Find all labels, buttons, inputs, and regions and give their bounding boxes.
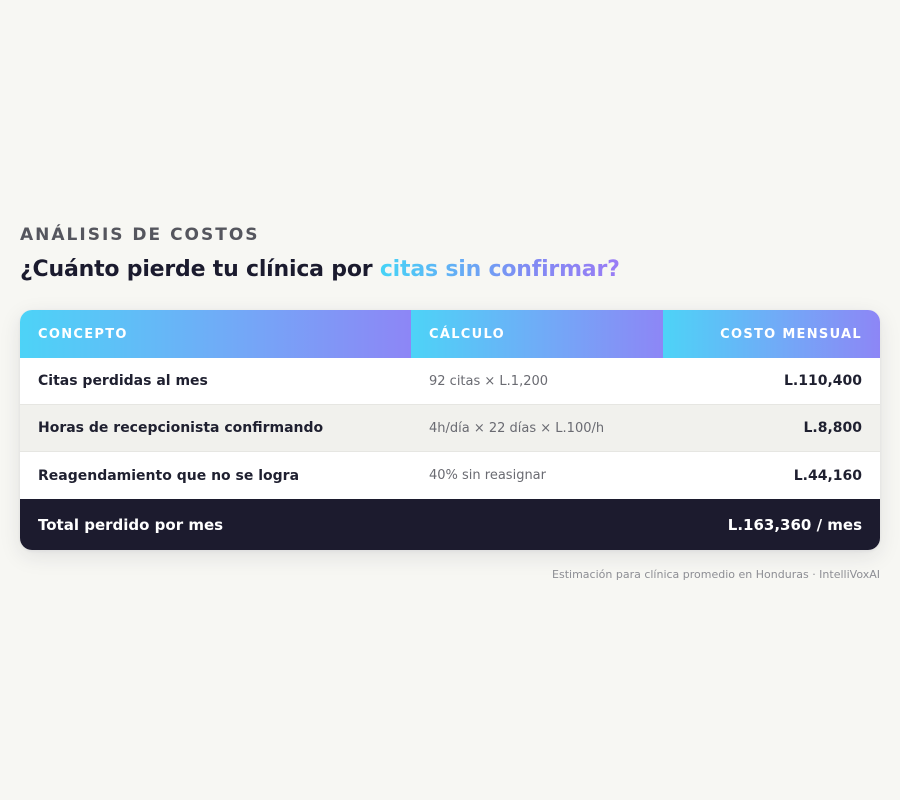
row-concept: Citas perdidas al mes [38, 373, 208, 389]
table-row: Reagendamiento que no se logra 40% sin r… [20, 452, 880, 499]
header-concept: CONCEPTO [20, 310, 411, 358]
header-calculation: CÁLCULO [411, 310, 663, 358]
row-cost: L.110,400 [783, 373, 862, 389]
table-row: Horas de recepcionista confirmando 4h/dí… [20, 405, 880, 452]
row-cost: L.8,800 [803, 420, 862, 436]
headline-highlight: citas sin confirmar? [379, 257, 620, 282]
header-monthly-cost: COSTO MENSUAL [663, 310, 880, 358]
cost-table: CONCEPTO CÁLCULO COSTO MENSUAL Citas per… [20, 310, 880, 550]
row-calculation: 4h/día × 22 días × L.100/h [429, 420, 605, 436]
row-concept: Reagendamiento que no se logra [38, 467, 300, 484]
row-calculation: 92 citas × L.1,200 [429, 373, 549, 389]
total-row: Total perdido por mes L.163,360 / mes [20, 499, 880, 550]
total-value: L.163,360 / mes [727, 515, 862, 534]
table-row: Citas perdidas al mes 92 citas × L.1,200… [20, 358, 880, 405]
row-calculation: 40% sin reasignar [429, 468, 546, 483]
section-headline: ¿Cuánto pierde tu clínica por citas sin … [20, 256, 880, 284]
total-label: Total perdido por mes [38, 515, 224, 534]
headline-prefix: ¿Cuánto pierde tu clínica por [20, 257, 380, 282]
table-header-row: CONCEPTO CÁLCULO COSTO MENSUAL [20, 310, 880, 358]
section-eyebrow: ANÁLISIS DE COSTOS [20, 225, 260, 245]
row-cost: L.44,160 [793, 467, 862, 484]
source-footnote: Estimación para clínica promedio en Hond… [552, 568, 880, 581]
cost-analysis-section: ANÁLISIS DE COSTOS ¿Cuánto pierde tu clí… [20, 224, 880, 581]
row-concept: Horas de recepcionista confirmando [38, 420, 324, 436]
